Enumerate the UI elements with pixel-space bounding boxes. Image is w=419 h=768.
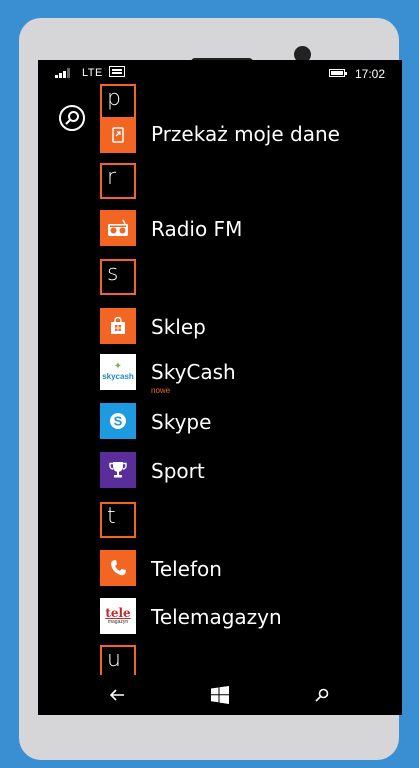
- app-icon-telemagazyn[interactable]: tele magazyn: [100, 598, 136, 634]
- clock: 17:02: [355, 67, 386, 81]
- search-icon: [65, 111, 79, 125]
- phone-screen: LTE 17:02 p Przekaż moje dane r Radio FM: [38, 60, 402, 715]
- app-icon-sport[interactable]: [100, 452, 136, 488]
- status-bar: LTE 17:02: [38, 60, 402, 88]
- skycash-logo: skycash: [102, 372, 134, 381]
- svg-text:S: S: [114, 414, 123, 429]
- app-label-telemagazyn[interactable]: Telemagazyn: [151, 605, 282, 629]
- start-button[interactable]: [207, 683, 233, 707]
- app-label-skycash[interactable]: SkyCash: [151, 360, 236, 384]
- app-label-przekaz[interactable]: Przekaż moje dane: [151, 122, 340, 146]
- navigation-bar: [38, 675, 402, 715]
- telemagazyn-logo: tele: [105, 605, 131, 620]
- app-icon-skype[interactable]: S: [100, 403, 136, 439]
- skype-icon: S: [110, 413, 126, 429]
- app-new-badge: nowe: [151, 386, 171, 395]
- windows-start-icon: [211, 686, 229, 704]
- signal-strength-icon: [55, 68, 73, 78]
- search-icon: [315, 688, 329, 702]
- app-label-telefon[interactable]: Telefon: [151, 557, 222, 581]
- app-label-sport[interactable]: Sport: [151, 459, 205, 483]
- app-icon-radio-fm[interactable]: [100, 210, 136, 246]
- app-icon-przekaz[interactable]: [100, 117, 136, 153]
- network-type: LTE: [82, 67, 103, 79]
- phone-transfer-icon: [112, 127, 124, 143]
- letter-header-t[interactable]: t: [100, 502, 136, 538]
- letter-header-s[interactable]: s: [100, 259, 136, 295]
- search-button[interactable]: [309, 683, 335, 707]
- letter-header-r[interactable]: r: [100, 163, 136, 199]
- phone-handset-icon: [111, 560, 126, 576]
- app-icon-skycash[interactable]: ✦ skycash: [100, 354, 136, 390]
- back-arrow-icon: [109, 689, 124, 701]
- store-bag-icon: [111, 317, 125, 334]
- battery-icon: [329, 69, 347, 77]
- message-icon: [109, 66, 125, 77]
- app-label-sklep[interactable]: Sklep: [151, 315, 206, 339]
- app-icon-telefon[interactable]: [100, 550, 136, 586]
- app-label-skype[interactable]: Skype: [151, 410, 211, 434]
- app-label-radio-fm[interactable]: Radio FM: [151, 217, 242, 241]
- letter-header-p[interactable]: p: [100, 84, 136, 120]
- telemagazyn-logo-sub: magazyn: [107, 618, 129, 625]
- app-icon-sklep[interactable]: [100, 308, 136, 344]
- app-list-search-button[interactable]: [59, 105, 85, 131]
- back-button[interactable]: [104, 683, 130, 707]
- trophy-icon: [109, 462, 127, 478]
- radio-icon: [108, 219, 128, 236]
- skycash-star-icon: ✦: [113, 361, 123, 372]
